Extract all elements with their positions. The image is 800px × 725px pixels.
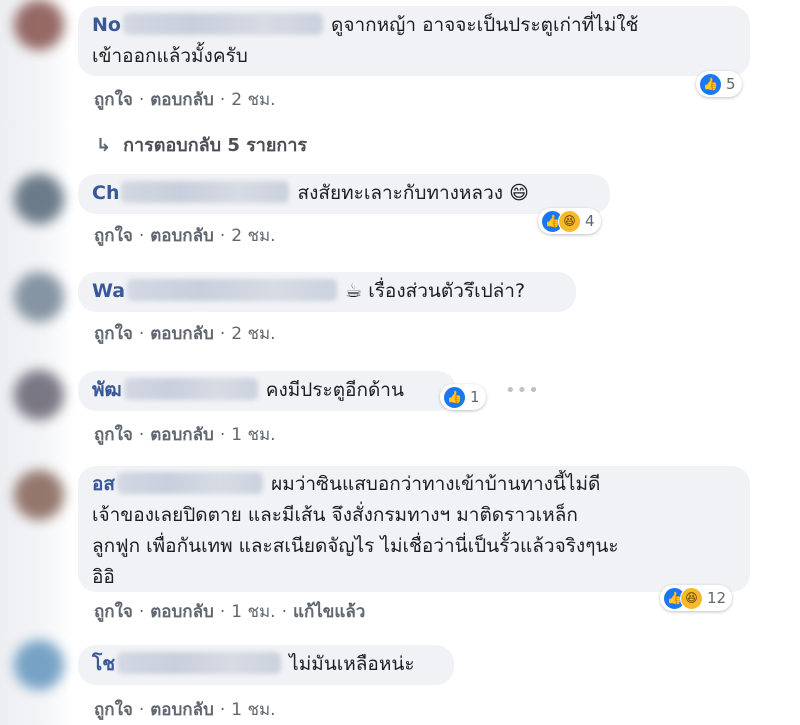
comment-actions: ถูกใจ · ตอบกลับ · 1 ชม. [94, 700, 276, 720]
reaction-count: 5 [726, 75, 736, 93]
reaction-count: 12 [707, 589, 727, 607]
blurred-name [122, 12, 323, 35]
haha-icon: 😆 [558, 209, 581, 233]
view-replies-link[interactable]: ↳ การตอบกลับ 5 รายการ [96, 130, 307, 159]
timestamp[interactable]: 2 ชม. [231, 226, 275, 246]
like-icon: 👍 [699, 72, 722, 96]
comment-bubble: Wa ☕ เรื่องส่วนตัวรึเปล่า? [78, 272, 576, 312]
comment-author[interactable]: โช [92, 653, 115, 675]
edited-label[interactable]: แก้ไขแล้ว [293, 602, 365, 622]
avatar[interactable] [14, 174, 64, 224]
comment-bubble: Ch สงสัยทะเลาะกับทางหลวง 😄 [78, 174, 610, 214]
comment-author[interactable]: พัฒ [92, 379, 122, 401]
avatar[interactable] [14, 0, 64, 50]
like-button[interactable]: ถูกใจ [94, 226, 133, 246]
timestamp[interactable]: 1 ชม. [231, 602, 275, 622]
like-button[interactable]: ถูกใจ [94, 90, 133, 110]
like-button[interactable]: ถูกใจ [94, 700, 133, 720]
reaction-summary[interactable]: 👍 😆 12 [660, 585, 733, 611]
comment-text: ☕ เรื่องส่วนตัวรึเปล่า? [345, 280, 526, 302]
comment-author[interactable]: No [92, 14, 121, 36]
reaction-count: 1 [470, 388, 480, 406]
avatar[interactable] [14, 370, 64, 420]
reaction-summary[interactable]: 👍 😆 4 [538, 208, 601, 234]
reaction-count: 4 [585, 212, 595, 230]
comment-text: ลูกฟูก เพื่อกันเทพ และสเนียดจัญไร ไม่เชื… [92, 535, 619, 557]
blurred-name [121, 180, 290, 203]
avatar[interactable] [14, 640, 64, 690]
like-button[interactable]: ถูกใจ [94, 324, 133, 344]
comment-text: ไม่มันเหลือหน่ะ [289, 653, 415, 675]
comment-actions: ถูกใจ · ตอบกลับ · 2 ชม. [94, 90, 276, 110]
comment-bubble: โช ไม่มันเหลือหน่ะ [78, 645, 454, 685]
like-button[interactable]: ถูกใจ [94, 602, 133, 622]
comment-actions: ถูกใจ · ตอบกลับ · 1 ชม. · แก้ไขแล้ว [94, 602, 366, 622]
timestamp[interactable]: 2 ชม. [231, 324, 275, 344]
reply-button[interactable]: ตอบกลับ [150, 226, 214, 246]
reply-button[interactable]: ตอบกลับ [150, 700, 214, 720]
comment-text: คงมีประตูอีกด้าน [265, 379, 404, 401]
timestamp[interactable]: 1 ชม. [231, 425, 275, 445]
blurred-name [127, 278, 338, 301]
reply-button[interactable]: ตอบกลับ [150, 602, 214, 622]
comment-bubble: No ดูจากหญ้า อาจจะเป็นประตูเก่าที่ไม่ใช้… [78, 6, 750, 76]
avatar-column [0, 0, 72, 725]
reply-button[interactable]: ตอบกลับ [150, 425, 214, 445]
comment-actions: ถูกใจ · ตอบกลับ · 2 ชม. [94, 226, 276, 246]
comment-author[interactable]: Ch [92, 182, 119, 204]
view-replies-label: การตอบกลับ 5 รายการ [123, 135, 308, 156]
comment-actions: ถูกใจ · ตอบกลับ · 1 ชม. [94, 425, 276, 445]
comment-text: เจ้าของเลยปิดตาย และมีเส้น จึงสั่งกรมทาง… [92, 504, 578, 526]
blurred-name [117, 651, 282, 674]
avatar[interactable] [14, 272, 64, 322]
reaction-summary[interactable]: 👍 5 [696, 71, 742, 97]
comment-author[interactable]: อส [92, 473, 115, 495]
avatar[interactable] [14, 470, 64, 520]
haha-icon: 😆 [680, 586, 703, 610]
like-button[interactable]: ถูกใจ [94, 425, 133, 445]
more-options-icon[interactable]: ••• [505, 380, 540, 401]
comment-author[interactable]: Wa [92, 280, 125, 302]
reply-arrow-icon: ↳ [96, 135, 112, 156]
comment-text: เข้าออกแล้วมั้งครับ [92, 45, 248, 67]
blurred-name [117, 471, 264, 494]
comment-bubble: อส ผมว่าซินแสบอกว่าทางเข้าบ้านทางนี้ไม่ด… [78, 466, 750, 592]
comment-text: สงสัยทะเลาะกับทางหลวง 😄 [297, 182, 529, 204]
comment-text: ผมว่าซินแสบอกว่าทางเข้าบ้านทางนี้ไม่ดี [271, 473, 601, 495]
reaction-summary[interactable]: 👍 1 [440, 384, 486, 410]
comment-text: อิอิ [92, 566, 115, 588]
comment-actions: ถูกใจ · ตอบกลับ · 2 ชม. [94, 324, 276, 344]
like-icon: 👍 [443, 385, 466, 409]
comment-text: ดูจากหญ้า อาจจะเป็นประตูเก่าที่ไม่ใช้ [331, 14, 639, 36]
reply-button[interactable]: ตอบกลับ [150, 324, 214, 344]
blurred-name [123, 377, 258, 400]
reply-button[interactable]: ตอบกลับ [150, 90, 214, 110]
timestamp[interactable]: 2 ชม. [231, 90, 275, 110]
comment-bubble: พัฒ คงมีประตูอีกด้าน [78, 371, 456, 411]
timestamp[interactable]: 1 ชม. [231, 700, 275, 720]
